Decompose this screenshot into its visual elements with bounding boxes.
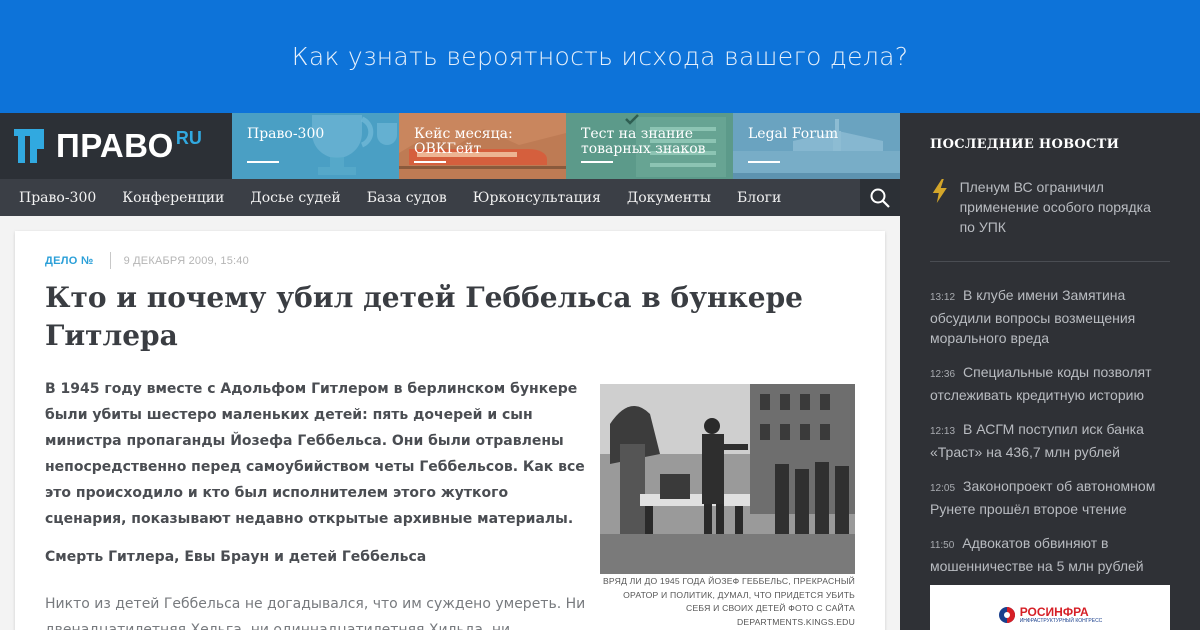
sidebar-ad[interactable]: РОСИНФРА ИНФРАСТРУКТУРНЫЙ КОНГРЕСС [930,585,1170,630]
tile-label: Право-300 [247,126,325,142]
logo-mark-icon [14,129,44,163]
tile-label: Тест на знание [581,126,694,142]
site-logo[interactable]: ПРАВО RU [14,129,202,163]
article-body: Никто из детей Геббельса не догадывался,… [45,596,586,630]
search-button[interactable] [860,179,900,216]
article-photo [600,384,855,574]
site-header: ПРАВО RU Право-300 Кейс месяца: ОВКГейт … [0,113,900,179]
main-nav: Право-300 Конференции Досье судей База с… [0,179,900,216]
news-time: 12:36 [930,369,956,380]
article-title: Кто и почему убил детей Геббельса в бунк… [45,281,803,352]
ad-subtitle: ИНФРАСТРУКТУРНЫЙ КОНГРЕСС [1019,618,1103,624]
news-item[interactable]: 12:36 Специальные коды позволят отслежива… [930,362,1170,405]
news-text[interactable]: В АСГМ поступил иск банка «Траст» на 436… [930,421,1144,460]
promo-tiles: Право-300 Кейс месяца: ОВКГейт Тест на з… [232,113,900,179]
article-date: 9 ДЕКАБРЯ 2009, 15:40 [123,254,249,267]
sidebar-divider [930,261,1170,262]
sidebar: ПОСЛЕДНИЕ НОВОСТИ Пленум ВС ограничил пр… [900,113,1200,630]
nav-item-blogs[interactable]: Блоги [724,190,794,206]
article-rubric[interactable]: ДЕЛО № [45,255,94,267]
news-text[interactable]: Законопроект об автономном Рунете прошёл… [930,478,1155,517]
tile-underline [247,161,279,163]
featured-news[interactable]: Пленум ВС ограничил применение особого п… [930,177,1170,237]
article-subheading: Смерть Гитлера, Евы Браун и детей Геббел… [45,549,427,565]
rosinfra-logo-icon [998,607,1015,623]
nav-item-consulting[interactable]: Юрконсультация [460,190,614,206]
news-text[interactable]: В клубе имени Замятина обсудили вопросы … [930,287,1135,346]
news-text[interactable]: Адвокатов обвиняют в мошенничестве на 5 … [930,535,1144,574]
nav-item-courts[interactable]: База судов [354,190,460,206]
featured-news-text[interactable]: Пленум ВС ограничил применение особого п… [960,177,1170,237]
news-list: 13:12 В клубе имени Замятина обсудили воп… [930,285,1170,590]
tile-underline [581,161,613,163]
tile-trademark-test[interactable]: Тест на знание товарных знаков [566,113,733,179]
tile-label: Legal Forum [748,126,839,142]
trophy-icon [312,115,397,175]
photo-caption: ВРЯД ЛИ ДО 1945 ГОДА ЙОЗЕФ ГЕББЕЛЬС, ПРЕ… [602,576,855,627]
tile-legal-forum[interactable]: Legal Forum [733,113,900,179]
nav-item-documents[interactable]: Документы [614,190,724,206]
news-item[interactable]: 13:12 В клубе имени Замятина обсудили воп… [930,285,1170,348]
banner-text[interactable]: Как узнать вероятность исхода вашего дел… [292,42,909,71]
tile-case-of-month[interactable]: Кейс месяца: ОВКГейт [399,113,566,179]
news-text[interactable]: Специальные коды позволят отслеживать кр… [930,364,1152,403]
news-time: 12:05 [930,483,956,494]
article-lead: В 1945 году вместе с Адольфом Гитлером в… [45,381,585,527]
logo-text: ПРАВО [56,127,174,164]
nav-item-pravo-300[interactable]: Право-300 [0,190,109,206]
sidebar-title: ПОСЛЕДНИЕ НОВОСТИ [930,137,1120,152]
search-icon [870,188,890,208]
article-meta: ДЕЛО № 9 ДЕКАБРЯ 2009, 15:40 [45,252,249,269]
tile-label-2: товарных знаков [581,141,706,157]
logo-suffix: RU [175,128,202,148]
nav-item-conferences[interactable]: Конференции [109,190,237,206]
article-card: ДЕЛО № 9 ДЕКАБРЯ 2009, 15:40 Кто и почем… [15,231,885,630]
news-time: 11:50 [930,540,955,551]
news-item[interactable]: 12:13 В АСГМ поступил иск банка «Траст» н… [930,419,1170,462]
ad-logo: РОСИНФРА ИНФРАСТРУКТУРНЫЙ КОНГРЕСС [998,605,1103,624]
news-item[interactable]: 12:05 Законопроект об автономном Рунете п… [930,476,1170,519]
news-item[interactable]: 11:50 Адвокатов обвиняют в мошенничестве … [930,533,1170,576]
tile-label-2: ОВКГейт [414,141,482,157]
tile-underline [748,161,780,163]
tile-underline [414,161,446,163]
meta-divider [109,252,111,269]
tile-pravo-300[interactable]: Право-300 [232,113,399,179]
top-banner[interactable]: Как узнать вероятность исхода вашего дел… [0,0,1200,113]
palace-icon [733,119,900,179]
news-time: 12:13 [930,426,956,437]
news-time: 13:12 [930,292,956,303]
nav-item-judges[interactable]: Досье судей [237,190,353,206]
tile-label: Кейс месяца: [414,126,513,142]
lightning-icon [932,179,947,203]
ad-name: РОСИНФРА [1019,605,1089,619]
